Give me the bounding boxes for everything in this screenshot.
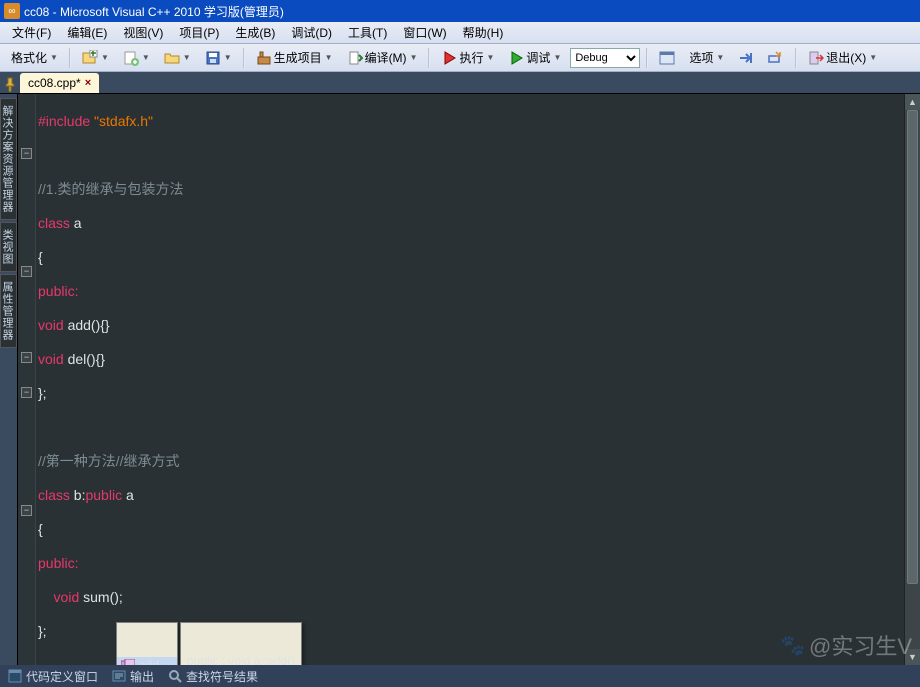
compile-button[interactable]: 编译(M)▼: [342, 47, 423, 69]
options-label: 选项: [689, 49, 713, 66]
run-button[interactable]: 执行▼: [436, 47, 499, 69]
add-item-button[interactable]: ▼: [118, 47, 155, 69]
sidebar-tab-solution-explorer[interactable]: 解决方案资源管理器: [0, 98, 17, 220]
menu-debug[interactable]: 调试(D): [283, 22, 340, 43]
menu-view[interactable]: 视图(V): [115, 22, 171, 43]
window-tile-button[interactable]: [654, 47, 680, 69]
separator: [243, 48, 245, 68]
menu-tools[interactable]: 工具(T): [340, 22, 395, 43]
fold-icon[interactable]: −: [21, 352, 32, 363]
sidebar-tab-property-manager[interactable]: 属性管理器: [0, 274, 17, 348]
panel-output[interactable]: 输出: [112, 668, 154, 685]
tab-label: cc08.cpp*: [28, 76, 81, 90]
sidebar-tool-tabs: 解决方案资源管理器 类视图 属性管理器: [0, 94, 18, 665]
build-project-label: 生成项目: [274, 49, 322, 66]
menu-build[interactable]: 生成(B): [227, 22, 283, 43]
separator: [428, 48, 430, 68]
tab-strip: cc08.cpp* ×: [0, 72, 920, 94]
panel-code-definition[interactable]: 代码定义窗口: [8, 668, 98, 685]
separator: [69, 48, 71, 68]
format-button[interactable]: 格式化▼: [6, 47, 63, 69]
toolbar: 格式化▼ ▼ ▼ ▼ ▼ 生成项目▼ 编译(M)▼ 执行▼ 调试▼ Debug …: [0, 44, 920, 72]
fold-icon[interactable]: −: [21, 266, 32, 277]
intellisense-item-add[interactable]: add: [117, 657, 177, 665]
menu-file[interactable]: 文件(F): [4, 22, 59, 43]
panel-icon: [112, 669, 126, 683]
status-bar: 代码定义窗口 输出 查找符号结果: [0, 665, 920, 687]
vertical-scrollbar[interactable]: ▲ ▼: [904, 94, 920, 665]
menu-bar: 文件(F) 编辑(E) 视图(V) 项目(P) 生成(B) 调试(D) 工具(T…: [0, 22, 920, 44]
debug-label: 调试: [526, 49, 550, 66]
separator: [646, 48, 648, 68]
close-icon[interactable]: ×: [85, 77, 91, 89]
scroll-down-icon[interactable]: ▼: [905, 649, 920, 665]
editor-area: 解决方案资源管理器 类视图 属性管理器 − − − − − #include "…: [0, 94, 920, 665]
save-button[interactable]: ▼: [200, 47, 237, 69]
pin-icon[interactable]: [2, 77, 18, 93]
options-button[interactable]: 选项▼: [684, 47, 729, 69]
open-button[interactable]: ▼: [159, 47, 196, 69]
sidebar-tab-class-view[interactable]: 类视图: [0, 222, 17, 272]
scroll-thumb[interactable]: [907, 110, 918, 584]
panel-find-symbol[interactable]: 查找符号结果: [168, 668, 258, 685]
tab-cc08[interactable]: cc08.cpp* ×: [20, 73, 99, 93]
window-title: cc08 - Microsoft Visual C++ 2010 学习版(管理员…: [24, 3, 284, 20]
menu-window[interactable]: 窗口(W): [395, 22, 454, 43]
debug-button[interactable]: 调试▼: [503, 47, 566, 69]
format-label: 格式化: [11, 49, 47, 66]
menu-edit[interactable]: 编辑(E): [59, 22, 115, 43]
fold-icon[interactable]: −: [21, 505, 32, 516]
code-editor[interactable]: #include "stdafx.h" //1.类的继承与包装方法 class …: [36, 94, 904, 665]
step-into-button[interactable]: [763, 47, 789, 69]
exit-label: 退出(X): [826, 49, 866, 66]
exit-button[interactable]: 退出(X)▼: [803, 47, 882, 69]
fold-icon[interactable]: −: [21, 148, 32, 159]
panel-icon: [8, 669, 22, 683]
gutter: − − − − −: [18, 94, 36, 665]
build-project-button[interactable]: 生成项目▼: [251, 47, 338, 69]
config-dropdown[interactable]: Debug: [570, 48, 640, 68]
run-label: 执行: [459, 49, 483, 66]
step-button[interactable]: [733, 47, 759, 69]
intellisense-popup[interactable]: add del: [116, 622, 178, 665]
new-project-button[interactable]: ▼: [77, 47, 114, 69]
search-icon: [168, 669, 182, 683]
intellisense-tooltip: public : void a::add() 文件:cc08.cpp: [180, 622, 302, 665]
menu-help[interactable]: 帮助(H): [455, 22, 512, 43]
title-bar: ∞ cc08 - Microsoft Visual C++ 2010 学习版(管…: [0, 0, 920, 22]
app-icon: ∞: [4, 3, 20, 19]
menu-project[interactable]: 项目(P): [171, 22, 227, 43]
compile-label: 编译(M): [365, 49, 407, 66]
scroll-up-icon[interactable]: ▲: [905, 94, 920, 110]
fold-icon[interactable]: −: [21, 387, 32, 398]
separator: [795, 48, 797, 68]
